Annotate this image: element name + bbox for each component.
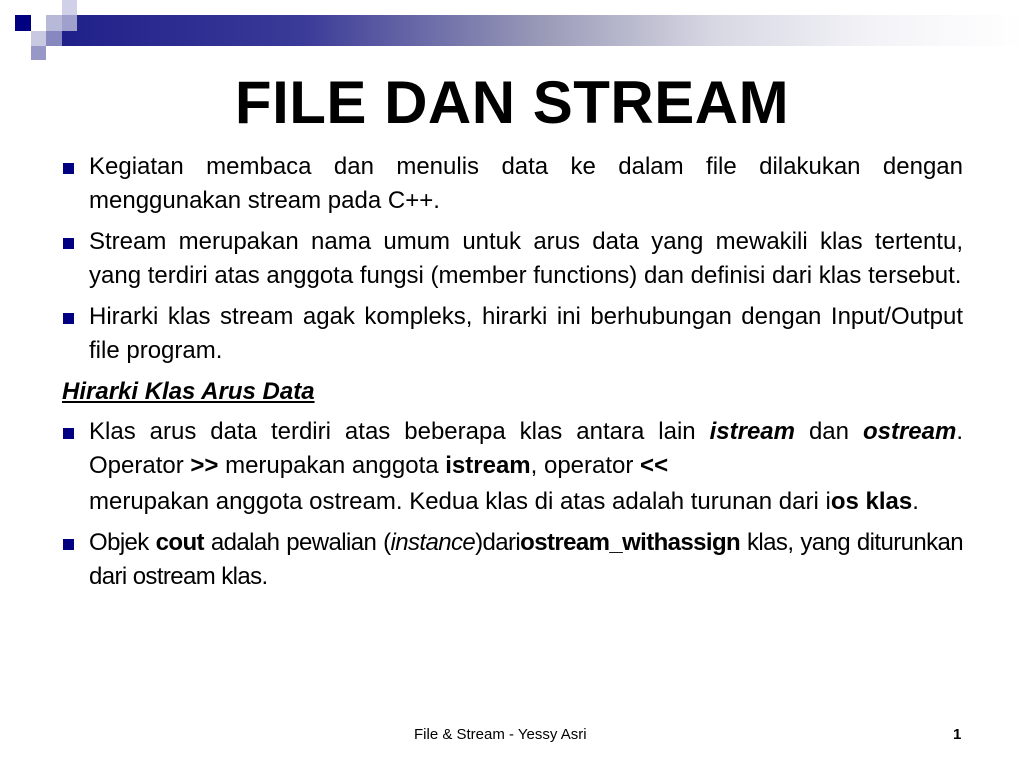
decor-square [31, 46, 46, 60]
bullet-text: Objek [89, 529, 156, 556]
bullet-text: Hirarki klas stream agak kompleks, hirar… [89, 303, 963, 364]
istream-term: istream [709, 418, 795, 445]
bullet-text: Kegiatan membaca dan menulis data ke dal… [89, 153, 963, 214]
decor-square [62, 0, 77, 15]
page-number: 1 [953, 726, 962, 743]
ios-term: os klas [830, 488, 913, 515]
ostream-withassign-term: ostream_withassign [520, 529, 741, 556]
square-bullet-icon [63, 313, 74, 324]
bullet-text: Stream merupakan nama umum untuk arus da… [89, 228, 963, 289]
cout-term: cout [155, 529, 205, 556]
square-bullet-icon [63, 163, 74, 174]
decor-square [31, 31, 46, 46]
bullet-text: adalah pewalian ( [203, 529, 391, 556]
bullet-text: dan [794, 418, 863, 445]
istream-term: istream [445, 452, 531, 479]
decor-square [62, 15, 77, 31]
footer-text: File & Stream - Yessy Asri [414, 726, 587, 743]
instance-term: instance [390, 529, 476, 556]
decor-square-dark [15, 15, 31, 31]
decor-square [46, 15, 62, 31]
bullet-text: Klas arus data terdiri atas beberapa kla… [89, 418, 710, 445]
bullet-item: Kegiatan membaca dan menulis data ke dal… [62, 150, 963, 218]
bullet-item: Klas arus data terdiri atas beberapa kla… [62, 415, 963, 483]
section-heading: Hirarki Klas Arus Data [62, 378, 315, 405]
ostream-term: ostream [862, 418, 957, 445]
square-bullet-icon [63, 428, 74, 439]
slide-title: FILE DAN STREAM [234, 69, 790, 136]
bullet-text: merupakan anggota ostream. Kedua klas di… [89, 488, 831, 515]
extraction-operator: >> [190, 452, 219, 479]
decor-square [46, 31, 62, 46]
bullet-text: . [912, 488, 919, 515]
bullet-item: Stream merupakan nama umum untuk arus da… [62, 225, 963, 293]
bullet-item: Objek cout adalah pewalian (instance)dar… [62, 526, 964, 594]
bullet-text: )dari [475, 529, 521, 556]
square-bullet-icon [63, 238, 74, 249]
bullet-text: merupakan anggota [218, 452, 446, 479]
insertion-operator: << [640, 452, 669, 479]
decor-header-bar [62, 15, 1024, 46]
bullet-item: Hirarki klas stream agak kompleks, hirar… [62, 300, 963, 368]
slide-content: Kegiatan membaca dan menulis data ke dal… [62, 150, 964, 601]
bullet-text: , operator [530, 452, 641, 479]
square-bullet-icon [63, 539, 74, 550]
bullet-continuation: merupakan anggota ostream. Kedua klas di… [62, 485, 963, 519]
